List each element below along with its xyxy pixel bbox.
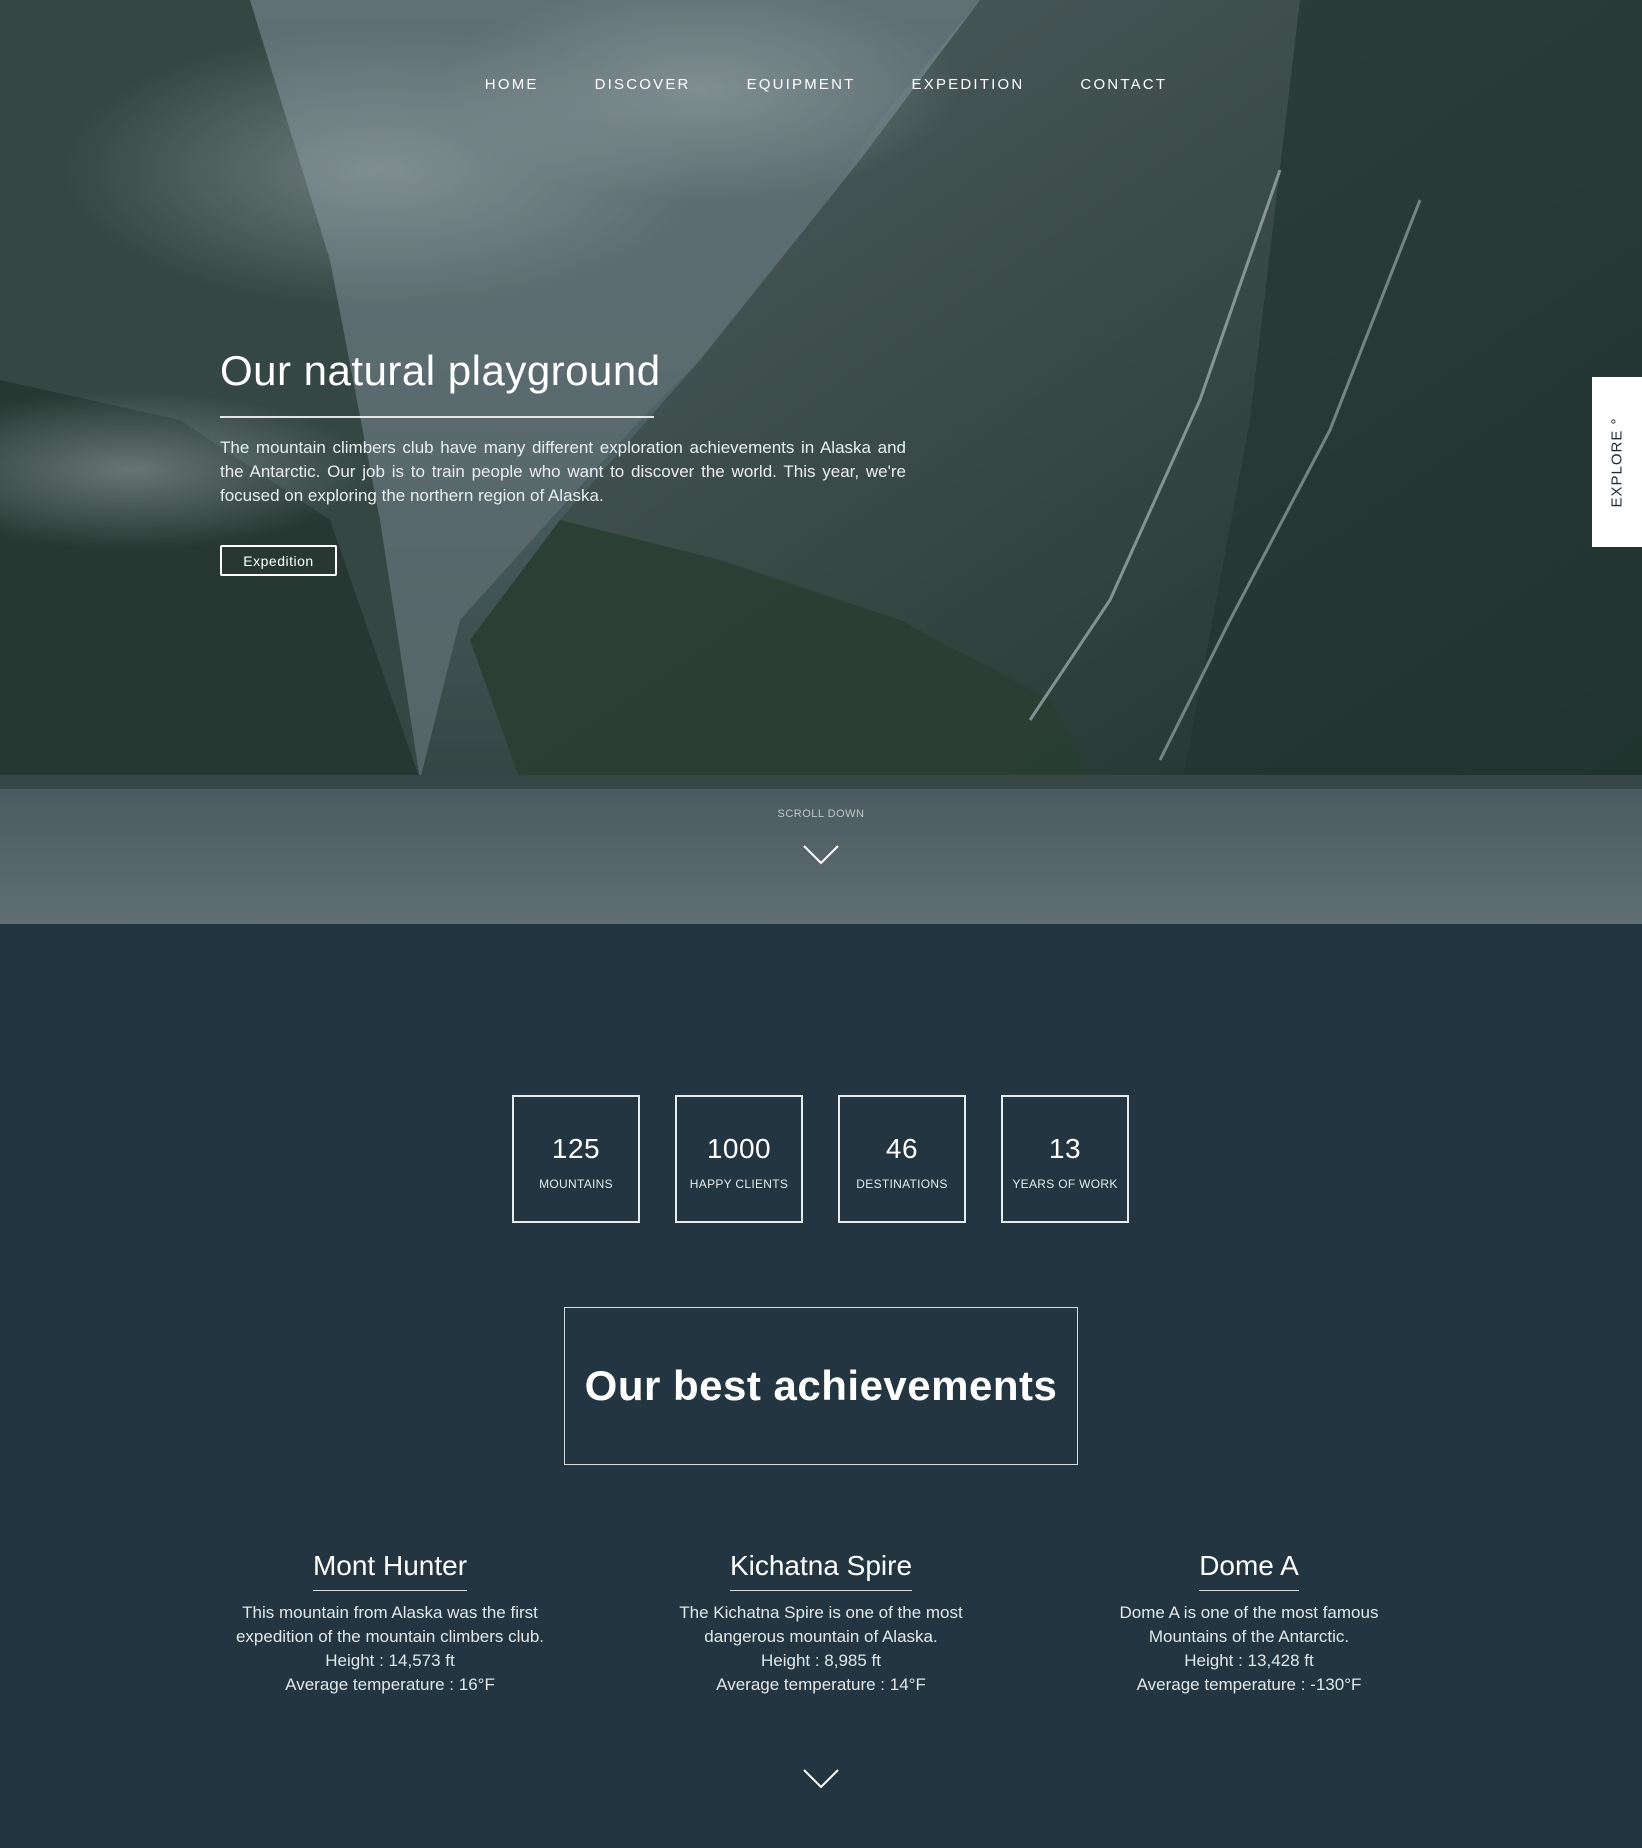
achievements-title: Our best achievements bbox=[584, 1362, 1058, 1409]
mountain-temperature: Average temperature : -130°F bbox=[1136, 1675, 1362, 1694]
explore-tab-label: EXPLORE ° bbox=[1608, 416, 1626, 508]
mountain-card-dome-a: Dome A Dome A is one of the most famous … bbox=[1039, 1550, 1459, 1697]
mountain-desc-line: dangerous mountain of Alaska. bbox=[704, 1627, 938, 1646]
mountain-description: Dome A is one of the most famous Mountai… bbox=[1039, 1601, 1459, 1697]
mountain-desc-line: The Kichatna Spire is one of the most bbox=[679, 1603, 963, 1622]
explore-side-tab[interactable]: EXPLORE ° bbox=[1592, 377, 1642, 547]
stat-label: HAPPY CLIENTS bbox=[689, 1177, 789, 1191]
mountain-height: Height : 13,428 ft bbox=[1184, 1651, 1314, 1670]
mountain-temperature: Average temperature : 14°F bbox=[716, 1675, 926, 1694]
mountain-name: Kichatna Spire bbox=[729, 1550, 913, 1591]
stat-box: 1000 HAPPY CLIENTS bbox=[675, 1095, 803, 1223]
hero-section: HOME DISCOVER EQUIPMENT EXPEDITION CONTA… bbox=[0, 0, 1642, 924]
stat-value: 13 bbox=[1048, 1133, 1082, 1164]
achievements-heading-box: Our best achievements bbox=[564, 1307, 1078, 1465]
nav-contact[interactable]: CONTACT bbox=[1052, 76, 1195, 93]
mountain-desc-line: expedition of the mountain climbers club… bbox=[235, 1627, 545, 1646]
stat-value: 1000 bbox=[706, 1133, 772, 1164]
mountain-desc-line: This mountain from Alaska was the first bbox=[242, 1603, 538, 1622]
stat-value: 46 bbox=[885, 1133, 919, 1164]
stat-label: YEARS OF WORK bbox=[1012, 1177, 1118, 1191]
nav-home[interactable]: HOME bbox=[457, 76, 567, 93]
nav-expedition[interactable]: EXPEDITION bbox=[884, 76, 1053, 93]
chevron-down-icon[interactable] bbox=[802, 1768, 840, 1790]
mountain-card-kichatna-spire: Kichatna Spire The Kichatna Spire is one… bbox=[611, 1550, 1031, 1697]
stat-value: 125 bbox=[551, 1133, 601, 1164]
hero-description: The mountain climbers club have many dif… bbox=[220, 438, 906, 506]
nav-discover[interactable]: DISCOVER bbox=[567, 76, 719, 93]
nav-equipment[interactable]: EQUIPMENT bbox=[719, 76, 884, 93]
mountain-name: Dome A bbox=[1199, 1550, 1299, 1591]
stat-box: 46 DESTINATIONS bbox=[838, 1095, 966, 1223]
expedition-button[interactable]: Expedition bbox=[220, 545, 337, 576]
stat-box: 125 MOUNTAINS bbox=[512, 1095, 640, 1223]
hero-title-underline bbox=[220, 416, 654, 419]
hero-text-block: Our natural playground The mountain clim… bbox=[220, 347, 906, 508]
scroll-down-label: SCROLL DOWN bbox=[777, 808, 865, 820]
mountain-description: The Kichatna Spire is one of the most da… bbox=[611, 1601, 1031, 1697]
mountain-temperature: Average temperature : 16°F bbox=[285, 1675, 495, 1694]
stats-row: 125 MOUNTAINS 1000 HAPPY CLIENTS 46 DEST… bbox=[512, 1095, 1129, 1223]
hero-title: Our natural playground bbox=[220, 347, 661, 394]
stat-label: DESTINATIONS bbox=[856, 1177, 948, 1191]
mountain-height: Height : 14,573 ft bbox=[325, 1651, 455, 1670]
chevron-down-icon[interactable] bbox=[802, 844, 840, 866]
mountain-name: Mont Hunter bbox=[312, 1550, 468, 1591]
mountain-desc-line: Dome A is one of the most famous bbox=[1119, 1603, 1379, 1622]
mountain-desc-line: Mountains of the Antarctic. bbox=[1148, 1627, 1350, 1646]
stat-label: MOUNTAINS bbox=[539, 1177, 613, 1191]
mountain-description: This mountain from Alaska was the first … bbox=[180, 1601, 600, 1697]
main-nav: HOME DISCOVER EQUIPMENT EXPEDITION CONTA… bbox=[0, 76, 1642, 93]
mountain-height: Height : 8,985 ft bbox=[760, 1651, 882, 1670]
stat-box: 13 YEARS OF WORK bbox=[1001, 1095, 1129, 1223]
mountain-card-mont-hunter: Mont Hunter This mountain from Alaska wa… bbox=[180, 1550, 600, 1697]
